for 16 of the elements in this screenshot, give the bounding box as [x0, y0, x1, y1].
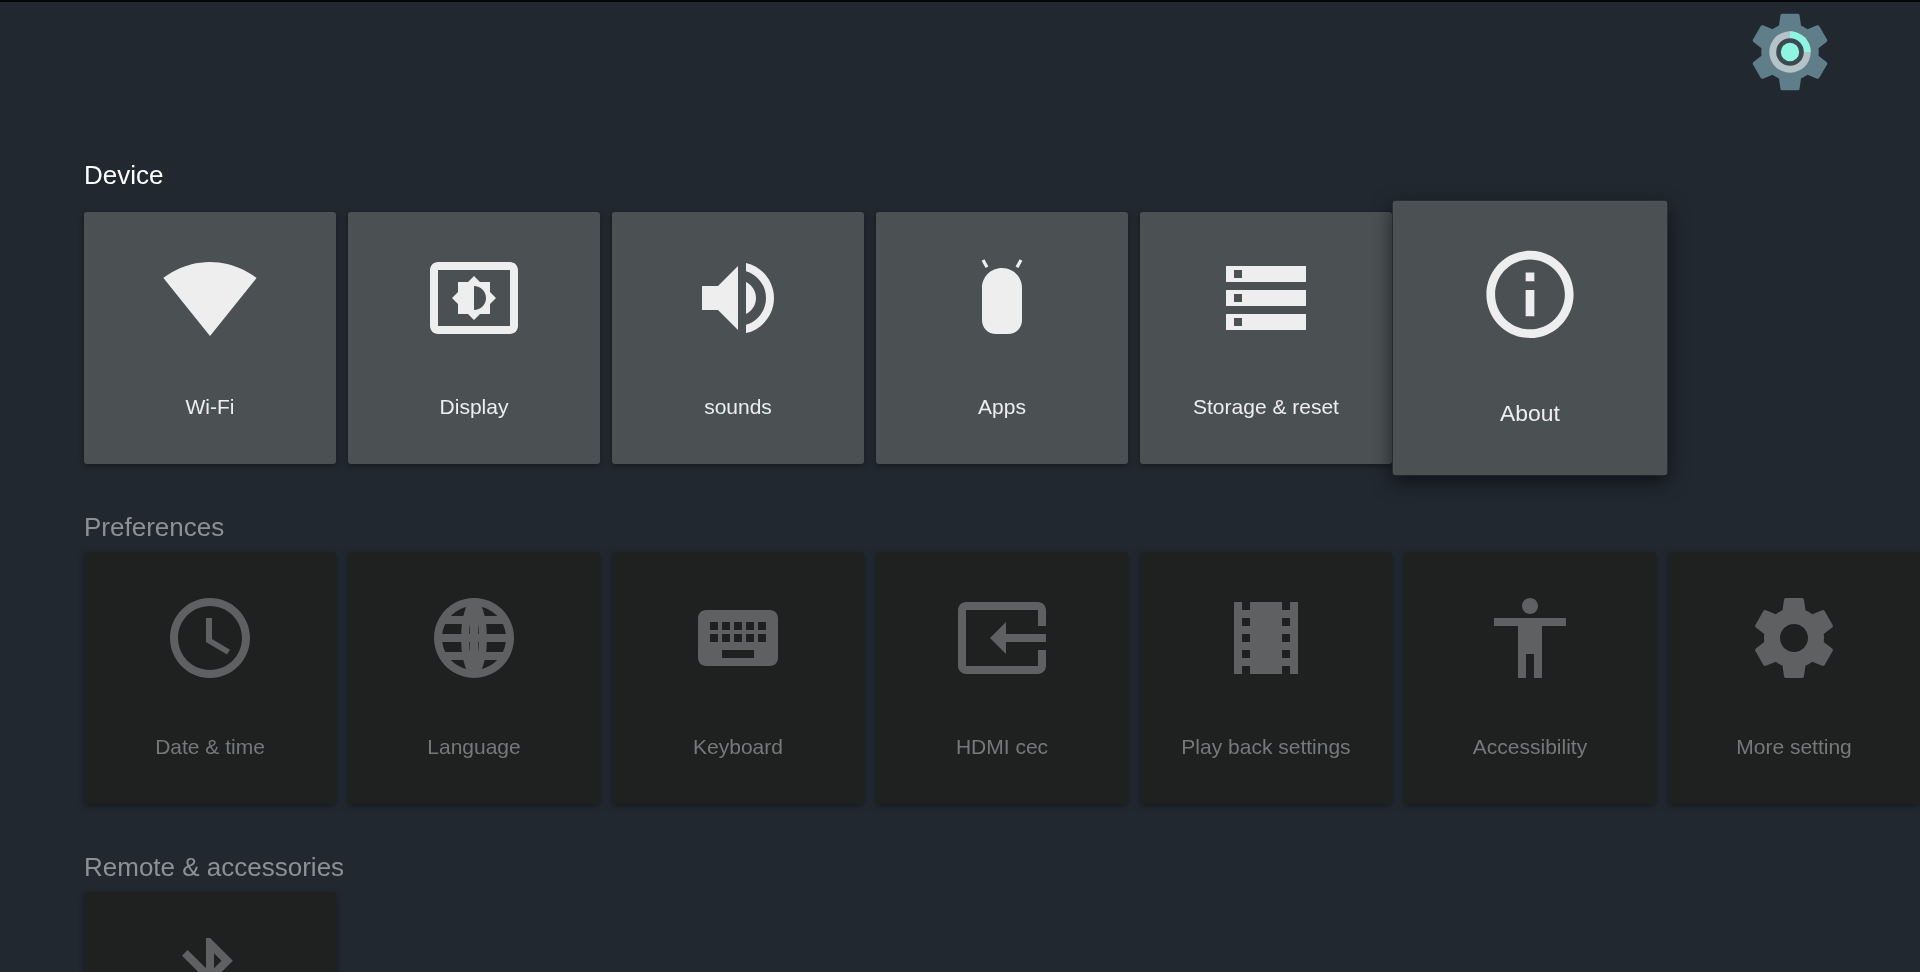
settings-tile[interactable]: Accessibility [1404, 552, 1656, 804]
settings-tile[interactable]: HDMI cec [876, 552, 1128, 804]
section-heading: Preferences [84, 511, 225, 544]
section-heading: Device [84, 159, 164, 192]
settings-tile[interactable]: Play back settings [1140, 552, 1392, 804]
settings-tile[interactable]: Date & time [84, 552, 336, 804]
settings-tile[interactable]: sounds [612, 212, 864, 464]
settings-tile[interactable]: Keyboard [612, 552, 864, 804]
settings-tile[interactable]: Display [348, 212, 600, 464]
settings-tile[interactable]: About [1392, 200, 1668, 476]
settings-tile[interactable]: Apps [876, 212, 1128, 464]
section-heading: Remote & accessories [84, 851, 345, 884]
settings-tile[interactable]: More setting [1668, 552, 1920, 804]
settings-tile[interactable]: Language [348, 552, 600, 804]
settings-tile[interactable]: Storage & reset [1140, 212, 1392, 464]
settings-tile[interactable]: Wi-Fi [84, 212, 336, 464]
